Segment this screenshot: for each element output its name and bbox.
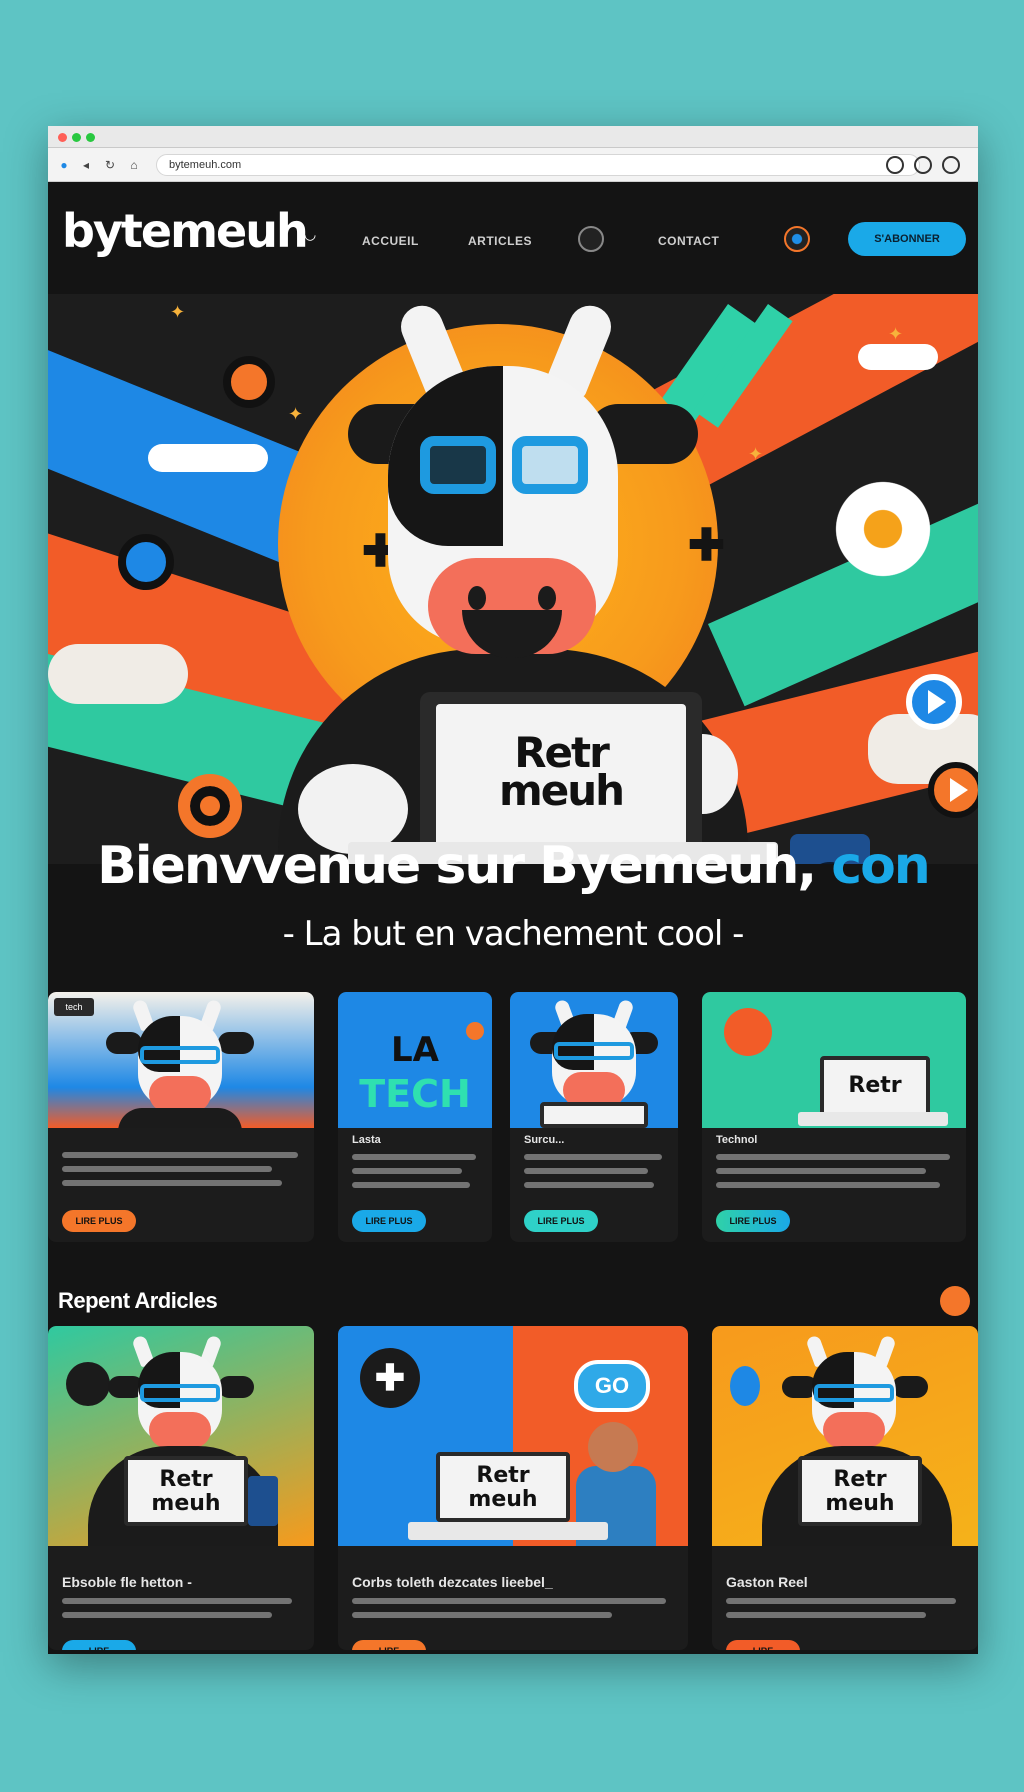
feature-card[interactable]: Retr Technol LIRE PLUS — [702, 992, 966, 1242]
read-more-button[interactable]: LIRE PLUS — [524, 1210, 598, 1232]
profile-icon[interactable] — [914, 156, 932, 174]
cow-nostril — [538, 586, 556, 610]
minimize-window-icon[interactable] — [72, 133, 81, 142]
card-image — [510, 992, 678, 1128]
target-icon — [178, 774, 242, 838]
cloud-shape — [858, 344, 938, 370]
browser-window: ● ◂ ↻ ⌂ bytemeuh.com bytemeuh ◡ ACCUEIL … — [48, 126, 978, 1654]
logo-mark-icon: ◡ — [304, 226, 317, 242]
site-header: bytemeuh ◡ ACCUEIL ARTICLES CONTACT S'AB… — [48, 182, 978, 294]
card-title: Gaston Reel — [726, 1574, 808, 1590]
address-bar[interactable]: bytemeuh.com — [156, 154, 920, 176]
welcome-title: Bienvvenue sur Byemeuh, con — [97, 836, 931, 896]
wifi-icon — [118, 534, 174, 590]
card-image: LA TECH — [338, 992, 492, 1128]
browser-toolbar: ● ◂ ↻ ⌂ bytemeuh.com — [48, 148, 978, 182]
sparkle-icon: ✦ — [288, 404, 304, 424]
close-window-icon[interactable] — [58, 133, 67, 142]
subscribe-button[interactable]: S'ABONNER — [848, 222, 966, 256]
card-tag: tech — [54, 998, 94, 1016]
plus-icon: ✚ — [360, 1348, 420, 1408]
welcome-subtitle: - La but en vachement cool - — [282, 914, 745, 954]
hero-banner: ✚ ✚ ✦ ✦ ✦ ✦ ✦ Retr meuh — [48, 294, 978, 864]
laptop-text: Retr meuh — [498, 728, 625, 815]
sparkle-icon: ✦ — [888, 324, 904, 344]
glasses-icon — [420, 436, 596, 502]
search-icon[interactable] — [578, 226, 604, 252]
card-title: Lasta — [352, 1134, 381, 1146]
forward-icon[interactable]: ◂ — [78, 157, 94, 173]
home-icon[interactable]: ⌂ — [126, 157, 142, 173]
play-button[interactable] — [906, 674, 962, 730]
article-card[interactable]: Retr meuh Ebsoble fle hetton - LIRE — [48, 1326, 314, 1650]
card-image: Retr — [702, 992, 966, 1128]
reload-icon[interactable]: ↻ — [102, 157, 118, 173]
nav-item-home[interactable]: ACCUEIL — [362, 234, 419, 248]
sparkle-icon: ✦ — [170, 302, 186, 322]
card-title: Technol — [716, 1134, 758, 1146]
card-image: ✚ GO Retr meuh — [338, 1326, 688, 1546]
card-title: Corbs toleth dezcates lieebel_ — [352, 1574, 553, 1590]
laptop-text: Retr — [820, 1056, 930, 1116]
browser-titlebar — [48, 126, 978, 148]
gear-icon — [223, 356, 275, 408]
extension-icon[interactable] — [886, 156, 904, 174]
notification-badge-icon[interactable] — [940, 1286, 970, 1316]
menu-icon[interactable] — [942, 156, 960, 174]
theme-toggle-icon[interactable] — [784, 226, 810, 252]
article-card[interactable]: Retr meuh Gaston Reel LIRE — [712, 1326, 978, 1650]
laptop-text: Retr meuh — [798, 1456, 922, 1526]
nav-item-articles[interactable]: ARTICLES — [468, 234, 532, 248]
laptop-text: Retr meuh — [436, 1452, 570, 1522]
cloud-shape — [148, 444, 268, 472]
play-button[interactable] — [928, 762, 978, 818]
feature-card[interactable]: Surcu... LIRE PLUS — [510, 992, 678, 1242]
chat-bubble-icon: GO — [574, 1360, 650, 1412]
site-logo[interactable]: bytemeuh — [62, 204, 309, 258]
read-more-button[interactable]: LIRE PLUS — [716, 1210, 790, 1232]
card-image-title: TECH — [359, 1072, 471, 1116]
feature-card[interactable]: LA TECH Lasta LIRE PLUS — [338, 992, 492, 1242]
read-more-button[interactable]: LIRE PLUS — [352, 1210, 426, 1232]
article-card[interactable]: ✚ GO Retr meuh Corbs toleth dezcates lie… — [338, 1326, 688, 1650]
card-image: tech — [48, 992, 314, 1128]
read-button[interactable]: LIRE — [352, 1640, 426, 1650]
read-more-button[interactable]: LIRE PLUS — [62, 1210, 136, 1232]
laptop-text: Retr meuh — [124, 1456, 248, 1526]
gamepad-plus-icon: ✚ — [688, 521, 725, 570]
card-title: Surcu... — [524, 1134, 565, 1146]
back-icon[interactable]: ● — [56, 157, 72, 173]
card-title: Ebsoble fle hetton - — [62, 1574, 192, 1590]
section-title-recent: Repent Ardicles — [58, 1288, 218, 1313]
maximize-window-icon[interactable] — [86, 133, 95, 142]
read-button[interactable]: LIRE — [726, 1640, 800, 1650]
cow-nostril — [468, 586, 486, 610]
card-image: Retr meuh — [48, 1326, 314, 1546]
card-image: Retr meuh — [712, 1326, 978, 1546]
nav-item-contact[interactable]: CONTACT — [658, 234, 719, 248]
read-button[interactable]: LIRE — [62, 1640, 136, 1650]
feature-card[interactable]: tech LIRE PLUS — [48, 992, 314, 1242]
sparkle-icon: ✦ — [748, 444, 764, 464]
flower-icon — [828, 474, 938, 584]
cloud-shape — [48, 644, 188, 704]
